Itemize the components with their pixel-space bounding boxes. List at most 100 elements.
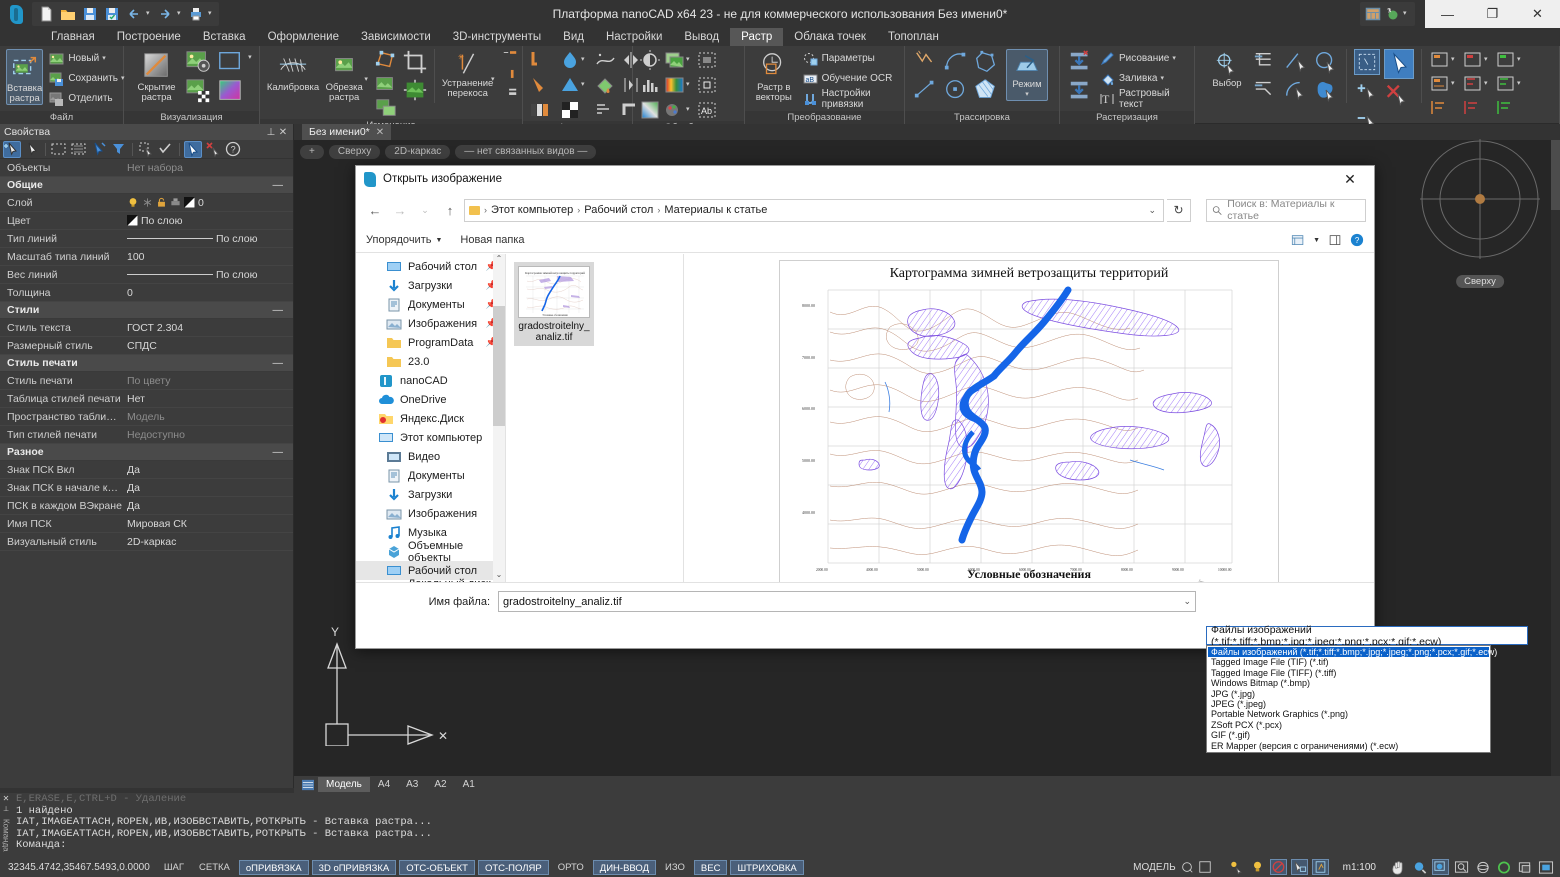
align-middle-icon[interactable] xyxy=(502,66,518,81)
paper-space-icon[interactable] xyxy=(1198,860,1212,874)
color-swatch[interactable] xyxy=(126,214,139,227)
command-line-history[interactable]: E,ERASE,E,CTRL+D - Удаление 1 найдено IA… xyxy=(12,793,1560,857)
nav-item-documents-2[interactable]: Документы xyxy=(356,466,505,485)
raster-draw-button[interactable]: Рисование ▾ xyxy=(1100,49,1190,68)
crop-raster-button[interactable]: Обрезка растра xyxy=(322,49,366,103)
save-icon[interactable] xyxy=(80,4,100,24)
select-mode-1-icon[interactable] xyxy=(1429,49,1451,71)
polygon-clip-icon[interactable] xyxy=(375,49,397,71)
select-mode-4-icon[interactable] xyxy=(1462,49,1484,71)
select-rect-all-icon[interactable] xyxy=(70,141,88,158)
crop-region-icon[interactable] xyxy=(696,74,718,96)
up-button[interactable]: ↑ xyxy=(439,199,461,221)
status-toggle-lineweight[interactable]: ВЕС xyxy=(693,859,728,875)
tab-zavisimosti[interactable]: Зависимости xyxy=(350,28,442,46)
prop-row-layer[interactable]: Слой 0 xyxy=(0,194,293,212)
raster-text-button[interactable]: T Растровый текст xyxy=(1100,88,1190,110)
filter-option[interactable]: GIF (*.gif) xyxy=(1208,730,1489,740)
filename-input[interactable]: gradostroitelny_analiz.tif ⌄ xyxy=(498,591,1196,612)
select-mode-5-caret-icon[interactable]: ▾ xyxy=(1484,79,1491,89)
plot-icon[interactable] xyxy=(170,197,181,208)
nav-item-23-0[interactable]: 23.0 xyxy=(356,352,505,371)
layout-tab-a4[interactable]: A4 xyxy=(370,777,398,792)
filter-option[interactable]: Tagged Image File (TIF) (*.tif) xyxy=(1208,657,1489,667)
layout-tab-model[interactable]: Модель xyxy=(318,777,370,792)
deselect-icon[interactable] xyxy=(204,141,222,158)
zoom-extents-icon[interactable] xyxy=(1453,859,1470,875)
select-group-icon[interactable] xyxy=(1253,77,1279,103)
color-spectrum-icon[interactable] xyxy=(664,74,686,96)
layout-tab-a1[interactable]: A1 xyxy=(455,777,483,792)
layer-color-swatch[interactable] xyxy=(183,196,196,209)
select-mode-2-icon[interactable] xyxy=(1429,73,1451,95)
annotation-lock-icon[interactable] xyxy=(1269,859,1287,875)
status-toggle-iso[interactable]: ИЗО xyxy=(659,860,691,875)
tab-3d-instrumenty[interactable]: 3D-инструменты xyxy=(442,28,552,46)
workspace-icon[interactable] xyxy=(1365,6,1381,22)
sharpen-triangle-icon[interactable] xyxy=(559,74,581,96)
tab-glavnaya[interactable]: Главная xyxy=(40,28,106,46)
collapse-icon[interactable]: — xyxy=(273,357,284,369)
tab-oblaka-tochek[interactable]: Облака точек xyxy=(783,28,877,46)
hide-raster-button[interactable]: Скрытие растра xyxy=(132,49,181,103)
layer-bulb-icon[interactable] xyxy=(1249,859,1266,875)
viewport-linked-chip[interactable]: — нет связанных видов — xyxy=(455,145,597,159)
canvas-scrollbar[interactable] xyxy=(1551,140,1560,788)
fullscreen-icon[interactable] xyxy=(1537,859,1554,875)
select-all-icon[interactable] xyxy=(1354,49,1380,75)
redo-caret-icon[interactable]: ▾ xyxy=(177,9,184,19)
parameters-button[interactable]: Параметры xyxy=(803,49,900,68)
prop-row[interactable]: Масштаб типа линий 100 xyxy=(0,248,293,266)
organize-caret-icon[interactable]: ▼ xyxy=(435,237,442,244)
filter-icon[interactable] xyxy=(110,141,128,158)
filter-option[interactable]: JPG (*.jpg) xyxy=(1208,689,1489,699)
scrollbar-thumb[interactable] xyxy=(1551,140,1560,210)
status-toggle-dyninput[interactable]: ДИН-ВВОД xyxy=(592,859,657,875)
align-top-icon[interactable] xyxy=(502,49,518,64)
prop-row[interactable]: Визуальный стиль 2D-каркас xyxy=(0,533,293,551)
line-trace-icon[interactable] xyxy=(913,77,939,103)
properties-pin-icon[interactable]: ⊥ xyxy=(265,127,277,138)
select-mode-5-icon[interactable] xyxy=(1462,73,1484,95)
prop-row[interactable]: Пространство таблицы с… Модель xyxy=(0,408,293,426)
view-mode-caret-icon[interactable]: ▼ xyxy=(1313,237,1320,244)
prop-row[interactable]: Знак ПСК в начале коор… Да xyxy=(0,479,293,497)
palette-caret-icon[interactable]: ▾ xyxy=(686,105,693,115)
filter-option[interactable]: Файлы изображений (*.tif;*.tiff;*.bmp;*.… xyxy=(1208,647,1497,658)
raster-settings-icon[interactable] xyxy=(186,49,212,75)
tracing-mode-caret-icon[interactable]: ▾ xyxy=(1024,90,1031,100)
view-compass-label[interactable]: Сверху xyxy=(1456,275,1504,288)
contour-trace-icon[interactable] xyxy=(973,49,999,75)
recent-locations-button[interactable]: ⌄ xyxy=(414,199,436,221)
select-blob-icon[interactable] xyxy=(1313,77,1339,103)
pick-single-icon[interactable] xyxy=(23,141,41,158)
filter-option[interactable]: JPEG (*.jpeg) xyxy=(1208,699,1489,709)
circle-trace-icon[interactable] xyxy=(943,77,969,103)
file-type-filter-combo[interactable]: Файлы изображений (*.tif;*.tiff;*.bmp;*.… xyxy=(1206,624,1528,648)
align-bottom-icon[interactable] xyxy=(502,83,518,98)
raster-draw-caret-icon[interactable]: ▾ xyxy=(1172,54,1179,64)
nav-item-this-pc[interactable]: Этот компьютер xyxy=(356,428,505,447)
nav-item-pictures[interactable]: Изображения 📌 xyxy=(356,314,505,333)
tab-nastroyki[interactable]: Настройки xyxy=(595,28,673,46)
workspace-switcher[interactable]: ? ▾ xyxy=(1360,2,1415,26)
thin-line-icon[interactable] xyxy=(594,99,616,121)
raster-select-button[interactable]: Выбор xyxy=(1205,49,1249,89)
filename-dropdown-icon[interactable]: ⌄ xyxy=(1183,596,1191,607)
raster-insert-small-icon[interactable] xyxy=(375,73,397,95)
navigation-pane[interactable]: Рабочий стол 📌 Загрузки 📌 Документы 📌 Изобр… xyxy=(356,254,506,584)
document-tabs[interactable]: Без имени0* ✕ xyxy=(294,124,1560,140)
breadcrumb-item-computer[interactable]: Этот компьютер xyxy=(491,204,573,216)
command-line-panel[interactable]: ✕ ⊥ Команда E,ERASE,E,CTRL+D - Удаление … xyxy=(0,793,1560,857)
snap-settings-button[interactable]: Настройки привязки xyxy=(803,88,900,110)
scroll-up-icon[interactable]: ⌃ xyxy=(493,254,505,268)
prop-row[interactable]: Знак ПСК Вкл Да xyxy=(0,461,293,479)
prop-row[interactable]: Стиль текста ГОСТ 2.304 xyxy=(0,319,293,337)
tab-oformlenie[interactable]: Оформление xyxy=(257,28,350,46)
document-tab-close-icon[interactable]: ✕ xyxy=(376,127,384,138)
breadcrumb[interactable]: › Этот компьютер › Рабочий стол › Матери… xyxy=(464,198,1164,222)
freeze-icon[interactable] xyxy=(142,197,153,208)
tab-topoplan[interactable]: Топоплан xyxy=(877,28,950,46)
new-folder-button[interactable]: Новая папка xyxy=(460,234,524,246)
search-box[interactable]: Поиск в: Материалы к статье xyxy=(1206,198,1366,222)
